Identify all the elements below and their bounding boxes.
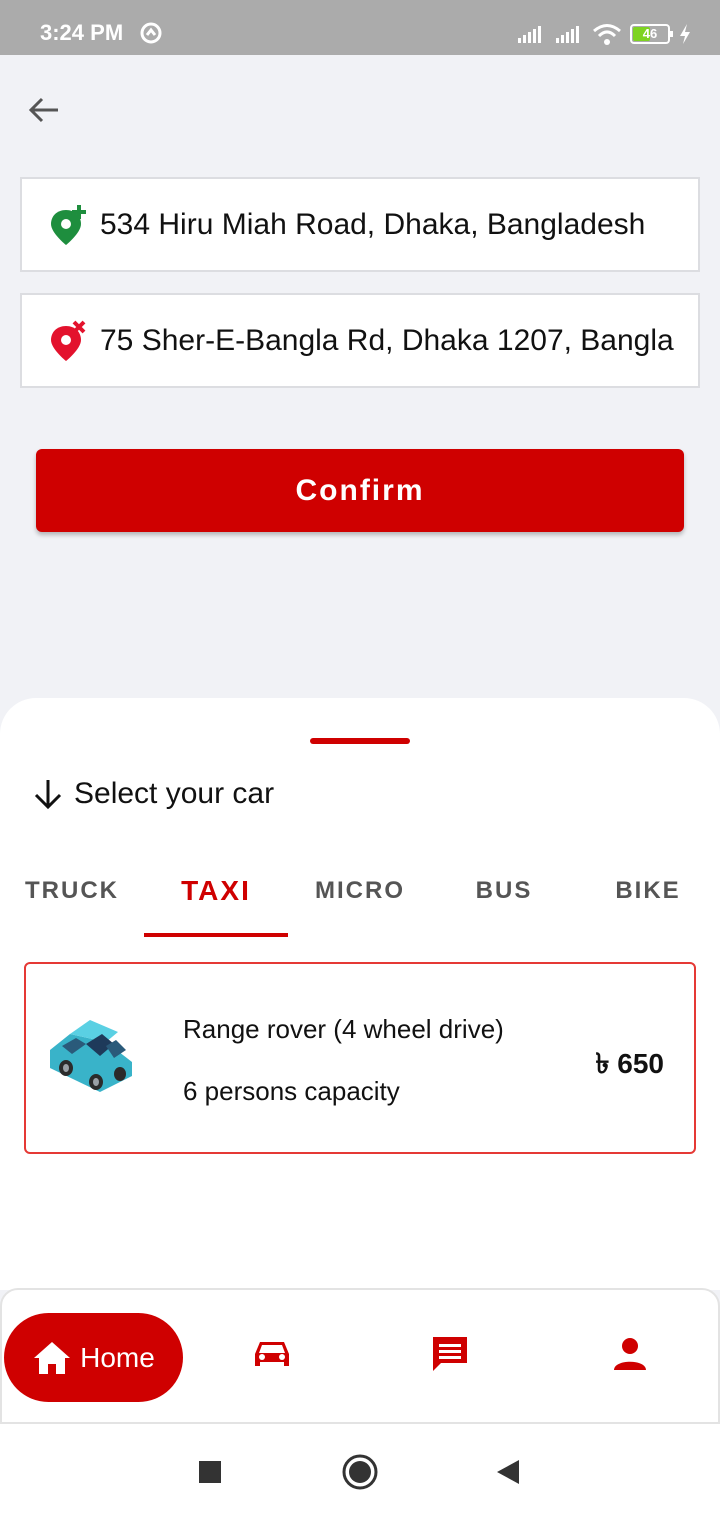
bottom-navigation: Home [0,1288,720,1424]
square-icon [199,1461,221,1483]
home-icon [34,1341,71,1374]
car-selection-sheet: Select your car TRUCK TAXI MICRO BUS BIK… [0,698,720,1290]
signal-icon [518,26,541,43]
circle-icon [342,1454,378,1490]
nav-home-label: Home [80,1341,155,1373]
home-system-button[interactable] [334,1446,386,1498]
person-icon [614,1338,646,1370]
car-icon [255,1342,289,1366]
status-bar: 3:24 PM 46 [0,0,720,55]
nav-profile-button[interactable] [606,1330,654,1378]
status-icons: 46 [516,20,692,48]
sheet-title: Select your car [74,777,275,810]
battery-level: 46 [642,26,658,41]
tab-bus[interactable]: BUS [432,858,576,924]
battery-icon: 46 [630,24,673,44]
car-name: Range rover (4 wheel drive) [183,1014,504,1044]
triangle-back-icon [497,1460,519,1484]
vehicle-type-tabs: TRUCK TAXI MICRO BUS BIKE [0,858,720,938]
chat-icon [433,1337,467,1371]
sheet-header: Select your car [30,776,274,812]
signal-icon [556,26,579,43]
tab-truck[interactable]: TRUCK [0,858,144,924]
sheet-drag-handle[interactable] [310,738,410,744]
location-add-icon [51,204,86,245]
car-price: ৳ 650 [595,1048,664,1079]
car-image [50,1020,132,1092]
charging-icon [680,24,690,44]
active-tab-indicator [144,933,288,937]
nav-messages-button[interactable] [426,1330,474,1378]
dropoff-address: 75 Sher-E-Bangla Rd, Dhaka 1207, Bangla [100,323,674,357]
back-button[interactable] [22,88,66,132]
car-option-card[interactable]: Range rover (4 wheel drive) 6 persons ca… [24,962,696,1154]
arrow-left-icon [28,97,58,123]
dropoff-input[interactable]: 75 Sher-E-Bangla Rd, Dhaka 1207, Bangla [20,293,700,388]
car-capacity: 6 persons capacity [183,1076,400,1106]
nav-home-button[interactable]: Home [4,1313,183,1402]
pickup-address: 534 Hiru Miah Road, Dhaka, Bangladesh [100,207,646,241]
status-time: 3:24 PM [40,20,124,45]
tab-micro[interactable]: MICRO [288,858,432,924]
tab-bike[interactable]: BIKE [576,858,720,924]
confirm-button[interactable]: Confirm [36,449,684,532]
recent-apps-button[interactable] [184,1446,236,1498]
back-system-button[interactable] [482,1446,534,1498]
system-navigation-bar [0,1424,720,1520]
location-remove-icon [51,320,86,361]
data-saver-icon [140,22,162,44]
tab-taxi[interactable]: TAXI [144,858,288,924]
nav-rides-button[interactable] [248,1330,296,1378]
pickup-input[interactable]: 534 Hiru Miah Road, Dhaka, Bangladesh [20,177,700,272]
arrow-down-icon [34,780,62,810]
wifi-icon [593,24,621,45]
